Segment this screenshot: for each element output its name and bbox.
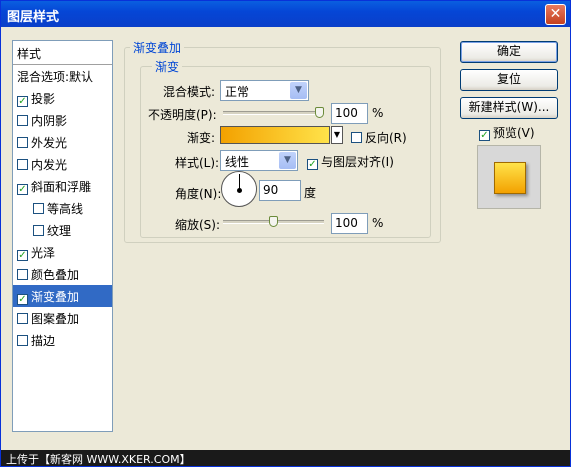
style-item-checkbox[interactable] — [17, 313, 28, 324]
style-item-label: 斜面和浮雕 — [31, 180, 92, 194]
scale-unit: % — [372, 216, 384, 230]
style-item-label: 内阴影 — [31, 114, 68, 128]
style-item-checkbox[interactable] — [33, 225, 44, 236]
close-button[interactable]: ✕ — [545, 4, 566, 25]
style-item[interactable]: ✓ 光泽 — [13, 241, 112, 263]
style-item-label: 颜色叠加 — [31, 268, 80, 282]
chevron-down-icon: ▼ — [279, 152, 296, 169]
preview-checkbox-box: ✓ — [479, 130, 490, 141]
dialog-title: 图层样式 — [7, 10, 60, 25]
style-item-label: 投影 — [31, 92, 56, 106]
style-item[interactable]: 内发光 — [13, 153, 112, 175]
style-item[interactable]: 内阴影 — [13, 109, 112, 131]
gradient-overlay-legend: 渐变叠加 — [130, 39, 185, 56]
style-item-checkbox[interactable]: ✓ — [17, 184, 28, 195]
style-item[interactable]: ✓ 投影 — [13, 87, 112, 109]
style-item-label: 光泽 — [31, 246, 56, 260]
angle-dial-center — [237, 188, 242, 193]
style-item-checkbox[interactable]: ✓ — [17, 294, 28, 305]
preview-label: 预览(V) — [493, 126, 535, 140]
scale-label: 缩放(S): — [175, 218, 221, 232]
blend-mode-value: 正常 — [225, 85, 250, 99]
styles-list-header[interactable]: 样式 — [13, 41, 112, 65]
style-item-label: 渐变叠加 — [31, 290, 80, 304]
style-item[interactable]: 颜色叠加 — [13, 263, 112, 285]
blend-options-item[interactable]: 混合选项:默认 — [13, 65, 112, 87]
style-item-label: 外发光 — [31, 136, 68, 150]
style-item[interactable]: ✓ 斜面和浮雕 — [13, 175, 112, 197]
reset-button[interactable]: 复位 — [460, 69, 558, 91]
style-item[interactable]: 等高线 — [13, 197, 112, 219]
chevron-down-icon: ▼ — [290, 82, 307, 99]
gradient-legend: 渐变 — [152, 58, 183, 75]
style-preview-thumbnail — [477, 145, 541, 209]
style-item-checkbox[interactable] — [17, 137, 28, 148]
align-checkbox-box: ✓ — [307, 159, 318, 170]
opacity-unit: % — [372, 106, 384, 120]
title-bar: 图层样式 ✕ — [1, 1, 570, 27]
gradient-picker[interactable] — [220, 126, 330, 144]
ok-button[interactable]: 确定 — [460, 41, 558, 63]
style-label: 样式(L): — [175, 156, 220, 170]
reverse-checkbox[interactable]: 反向(R) — [351, 129, 407, 146]
gradient-label: 渐变: — [187, 131, 216, 145]
style-item-label: 等高线 — [47, 202, 84, 216]
align-label: 与图层对齐(I) — [321, 155, 394, 169]
style-item[interactable]: 描边 — [13, 329, 112, 351]
close-icon: ✕ — [549, 6, 562, 22]
style-item[interactable]: 纹理 — [13, 219, 112, 241]
opacity-slider[interactable] — [223, 107, 324, 118]
reverse-label: 反向(R) — [365, 131, 407, 145]
style-item-checkbox[interactable] — [17, 269, 28, 280]
style-item[interactable]: 图案叠加 — [13, 307, 112, 329]
opacity-label: 不透明度(P): — [148, 108, 217, 122]
new-style-button[interactable]: 新建样式(W)... — [460, 97, 558, 119]
style-item-checkbox[interactable]: ✓ — [17, 250, 28, 261]
scale-input[interactable]: 100 — [331, 213, 368, 234]
style-item-checkbox[interactable] — [17, 115, 28, 126]
scale-slider[interactable] — [223, 216, 324, 227]
style-item[interactable]: ✓ 渐变叠加 — [13, 285, 112, 307]
style-item-label: 内发光 — [31, 158, 68, 172]
style-item-label: 图案叠加 — [31, 312, 80, 326]
blend-mode-label: 混合模式: — [163, 85, 216, 99]
preview-checkbox[interactable]: ✓ 预览(V) — [479, 124, 535, 141]
reverse-checkbox-box — [351, 132, 362, 143]
preview-square — [494, 162, 526, 194]
style-item-label: 描边 — [31, 334, 56, 348]
styles-list: 样式 混合选项:默认 ✓ 投影 内阴影 外发光 内发光 ✓ 斜面和浮雕 等高线 纹理 ✓ 光泽 颜色叠… — [12, 40, 113, 432]
layer-style-dialog: 图层样式 ✕ 样式 混合选项:默认 ✓ 投影 内阴影 外发光 内发光 ✓ 斜面和浮雕 等高线纹… — [0, 0, 571, 467]
angle-label: 角度(N): — [175, 187, 222, 201]
gradient-style-value: 线性 — [225, 155, 250, 169]
opacity-input[interactable]: 100 — [331, 103, 368, 124]
align-with-layer-checkbox[interactable]: ✓ 与图层对齐(I) — [307, 153, 394, 170]
angle-dial[interactable] — [221, 171, 257, 207]
chevron-down-icon: ▼ — [333, 130, 341, 139]
style-item-checkbox[interactable] — [17, 335, 28, 346]
blend-mode-select[interactable]: 正常 ▼ — [220, 80, 309, 101]
gradient-style-select[interactable]: 线性 ▼ — [220, 150, 298, 171]
angle-input[interactable]: 90 — [259, 180, 301, 201]
style-item-checkbox[interactable]: ✓ — [17, 96, 28, 107]
opacity-slider-thumb[interactable] — [315, 107, 324, 118]
scale-slider-thumb[interactable] — [269, 216, 278, 227]
style-item[interactable]: 外发光 — [13, 131, 112, 153]
style-item-checkbox[interactable] — [33, 203, 44, 214]
angle-unit: 度 — [304, 186, 317, 200]
style-item-checkbox[interactable] — [17, 159, 28, 170]
gradient-dropdown-button[interactable]: ▼ — [331, 126, 343, 144]
style-item-label: 纹理 — [47, 224, 72, 238]
footer-caption: 上传于【新客网 WWW.XKER.COM】 — [1, 450, 570, 466]
